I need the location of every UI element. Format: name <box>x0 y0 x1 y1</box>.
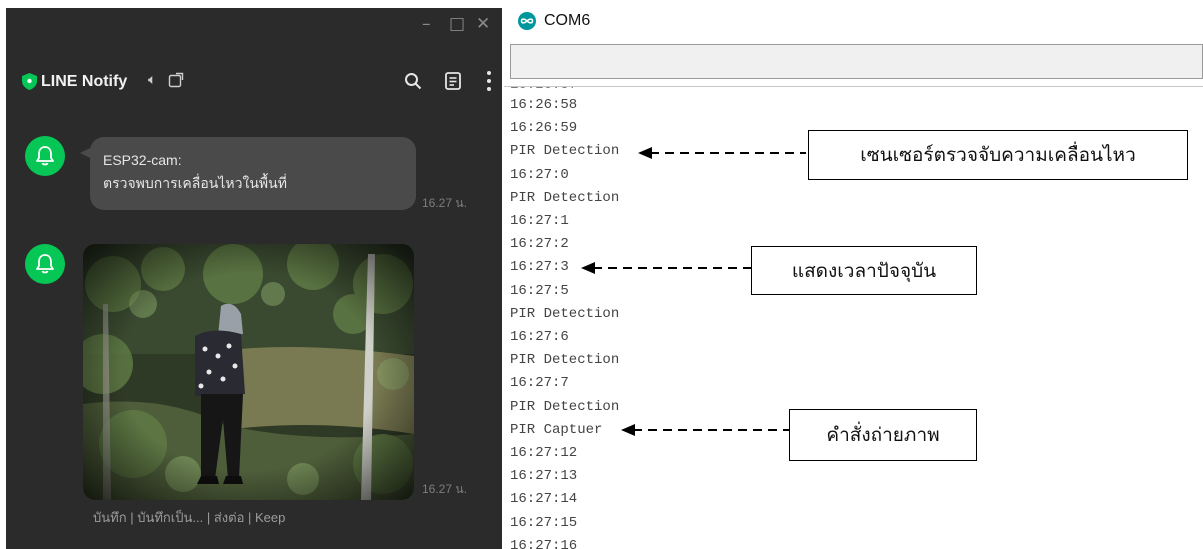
callout-current-time: แสดงเวลาปัจจุบัน <box>751 246 977 295</box>
arrow-head <box>581 262 595 274</box>
arrow-head <box>621 424 635 436</box>
arrow-head <box>638 147 652 159</box>
annotation-arrows <box>581 147 806 436</box>
callout-pir-sensor: เซนเซอร์ตรวจจับความเคลื่อนไหว <box>808 130 1188 180</box>
callout-capture-command: คำสั่งถ่ายภาพ <box>789 409 977 461</box>
